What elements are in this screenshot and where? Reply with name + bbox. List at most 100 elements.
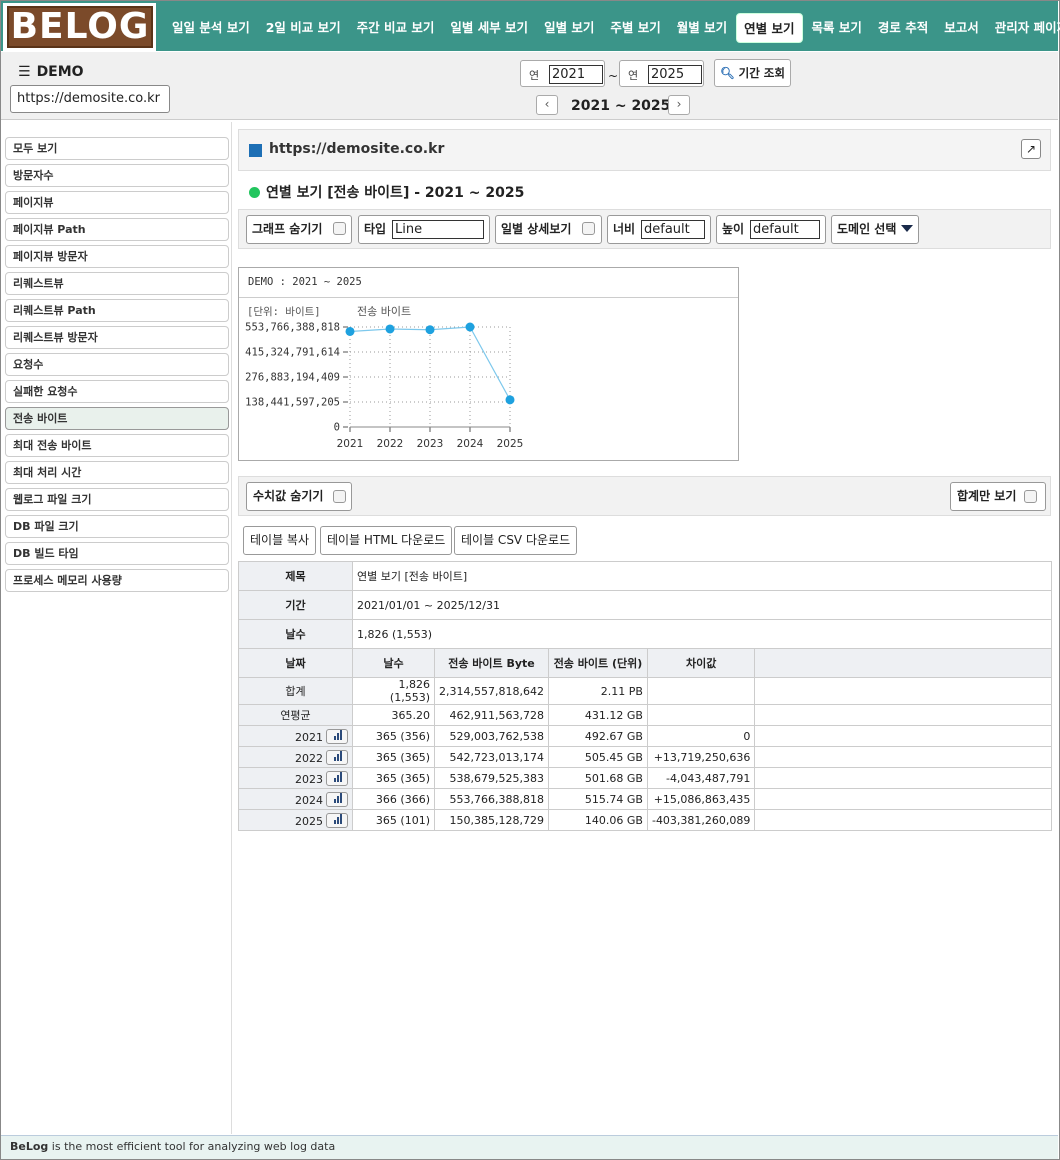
nav-item-5[interactable]: 주별 보기: [603, 13, 667, 43]
sidebar-item-2[interactable]: 페이지뷰: [5, 191, 229, 214]
sidebar-item-10[interactable]: 전송 바이트: [5, 407, 229, 430]
hide-values-toggle[interactable]: 수치값 숨기기: [246, 482, 352, 511]
line-chart: [단위: 바이트] 전송 바이트 553,766,388,818 415,324,79…: [245, 305, 524, 450]
daily-detail-checkbox[interactable]: [582, 222, 595, 235]
height-field: 높이 default: [716, 215, 826, 244]
days-cell: 1,826 (1,553): [352, 677, 435, 705]
unit-cell: 2.11 PB: [547, 677, 648, 705]
domain-select-button[interactable]: 도메인 선택: [831, 215, 919, 244]
width-field: 너비 default: [607, 215, 711, 244]
column-header[interactable]: 차이값: [646, 648, 756, 678]
site-selector[interactable]: ☰ DEMO: [18, 64, 84, 80]
total-only-label: 합계만 보기: [957, 489, 1017, 503]
nav-item-8[interactable]: 목록 보기: [805, 13, 869, 43]
table-row: 연평균 365.20 462,911,563,728 431.12 GB: [238, 704, 1052, 726]
site-url-field[interactable]: https://demosite.co.kr: [10, 85, 170, 113]
sidebar-item-14[interactable]: DB 파일 크기: [5, 515, 229, 538]
download-html-button[interactable]: 테이블 HTML 다운로드: [320, 526, 453, 555]
daily-detail-toggle[interactable]: 일별 상세보기: [495, 215, 602, 244]
nav-item-1[interactable]: 2일 비교 보기: [259, 13, 348, 43]
sidebar-item-1[interactable]: 방문자수: [5, 164, 229, 187]
next-period-button[interactable]: ›: [668, 95, 690, 115]
nav-item-2[interactable]: 주간 비교 보기: [350, 13, 442, 43]
search-icon: 🔍︎: [720, 66, 735, 80]
sidebar-item-13[interactable]: 웹로그 파일 크기: [5, 488, 229, 511]
sidebar: 모두 보기방문자수페이지뷰페이지뷰 Path 페이지뷰 방문자리퀘스트뷰리퀘스트뷰…: [1, 122, 232, 1134]
meta-key: 날수: [238, 619, 353, 649]
bytes-cell: 150,385,128,729: [434, 809, 549, 831]
x-tick-label: 2025: [497, 438, 524, 450]
sidebar-item-12[interactable]: 최대 처리 시간: [5, 461, 229, 484]
bar-chart-icon[interactable]: [326, 728, 348, 744]
bar-chart-icon[interactable]: [326, 791, 348, 807]
sidebar-item-7[interactable]: 리퀘스트뷰 방문자: [5, 326, 229, 349]
bar-chart-icon[interactable]: [326, 770, 348, 786]
diff-cell: -403,381,260,089: [646, 809, 756, 831]
end-year-box: 연 2025: [619, 60, 704, 87]
logo[interactable]: BELOG: [3, 3, 156, 51]
meta-row: 날수 1,826 (1,553): [238, 619, 1052, 649]
range-tilde: ~: [608, 69, 619, 83]
unit-cell: 515.74 GB: [547, 788, 648, 810]
download-csv-button[interactable]: 테이블 CSV 다운로드: [454, 526, 578, 555]
date-cell: 2025: [238, 809, 353, 831]
diff-cell: [646, 677, 756, 705]
sidebar-item-9[interactable]: 실패한 요청수: [5, 380, 229, 403]
height-input[interactable]: default: [750, 220, 820, 239]
chart-type-input[interactable]: Line: [392, 220, 484, 239]
bar-chart-icon[interactable]: [326, 812, 348, 828]
spacer-cell: [754, 677, 1052, 705]
sidebar-item-6[interactable]: 리퀘스트뷰 Path: [5, 299, 229, 322]
data-point: [465, 322, 475, 332]
copy-table-button[interactable]: 테이블 복사: [243, 526, 317, 555]
external-link-icon: ↗: [1025, 142, 1037, 156]
sidebar-item-4[interactable]: 페이지뷰 방문자: [5, 245, 229, 268]
diff-cell: +15,086,863,435: [646, 788, 756, 810]
start-year-input[interactable]: 2021: [549, 65, 603, 84]
column-header[interactable]: 전송 바이트 (단위): [547, 648, 648, 678]
end-year-input[interactable]: 2025: [648, 65, 702, 84]
sidebar-item-0[interactable]: 모두 보기: [5, 137, 229, 160]
prev-period-button[interactable]: ‹: [536, 95, 558, 115]
nav-item-10[interactable]: 보고서: [937, 13, 986, 43]
nav-item-7[interactable]: 연별 보기: [736, 13, 803, 43]
nav-item-4[interactable]: 일별 보기: [537, 13, 601, 43]
hide-values-checkbox[interactable]: [333, 490, 346, 503]
nav-item-6[interactable]: 월별 보기: [670, 13, 734, 43]
x-tick-label: 2021: [337, 438, 364, 450]
width-input[interactable]: default: [641, 220, 705, 239]
chevron-left-icon: ‹: [544, 97, 550, 111]
bar-chart-icon[interactable]: [326, 749, 348, 765]
sidebar-item-11[interactable]: 최대 전송 바이트: [5, 434, 229, 457]
spacer-cell: [754, 704, 1052, 726]
total-only-checkbox[interactable]: [1024, 490, 1037, 503]
nav-item-11[interactable]: 관리자 페이지: [988, 13, 1060, 43]
days-cell: 365 (365): [352, 767, 435, 789]
period-search-button[interactable]: 🔍︎ 기간 조회: [714, 59, 791, 87]
external-link-button[interactable]: ↗: [1021, 139, 1041, 159]
unit-cell: 431.12 GB: [547, 704, 648, 726]
unit-cell: 140.06 GB: [547, 809, 648, 831]
nav-item-0[interactable]: 일일 분석 보기: [165, 13, 257, 43]
domain-select-label: 도메인 선택: [837, 222, 897, 236]
graph-options-bar: 그래프 숨기기 타입 Line 일별 상세보기 너비 default 높이 de…: [238, 209, 1051, 249]
menu-icon[interactable]: ☰: [18, 64, 31, 80]
column-header[interactable]: 날수: [352, 648, 435, 678]
data-table: 제목 연별 보기 [전송 바이트] 기간 2021/01/01 ~ 2025/12/3…: [238, 561, 1052, 831]
hide-graph-toggle[interactable]: 그래프 숨기기: [246, 215, 352, 244]
nav-item-3[interactable]: 일별 세부 보기: [443, 13, 535, 43]
sidebar-item-16[interactable]: 프로세스 메모리 사용량: [5, 569, 229, 592]
column-header[interactable]: 날짜: [238, 648, 353, 678]
sidebar-item-15[interactable]: DB 빌드 타임: [5, 542, 229, 565]
section-title: 연별 보기 [전송 바이트] - 2021 ~ 2025: [249, 182, 524, 202]
total-only-toggle[interactable]: 합계만 보기: [950, 482, 1046, 511]
sidebar-item-3[interactable]: 페이지뷰 Path: [5, 218, 229, 241]
nav-item-9[interactable]: 경로 추적: [871, 13, 935, 43]
column-header[interactable]: 전송 바이트 Byte: [434, 648, 549, 678]
sidebar-item-5[interactable]: 리퀘스트뷰: [5, 272, 229, 295]
sidebar-item-8[interactable]: 요청수: [5, 353, 229, 376]
unit-cell: 492.67 GB: [547, 725, 648, 747]
hide-graph-checkbox[interactable]: [333, 222, 346, 235]
days-cell: 365 (101): [352, 809, 435, 831]
footer: BeLog is the most efficient tool for ana…: [1, 1135, 1058, 1159]
